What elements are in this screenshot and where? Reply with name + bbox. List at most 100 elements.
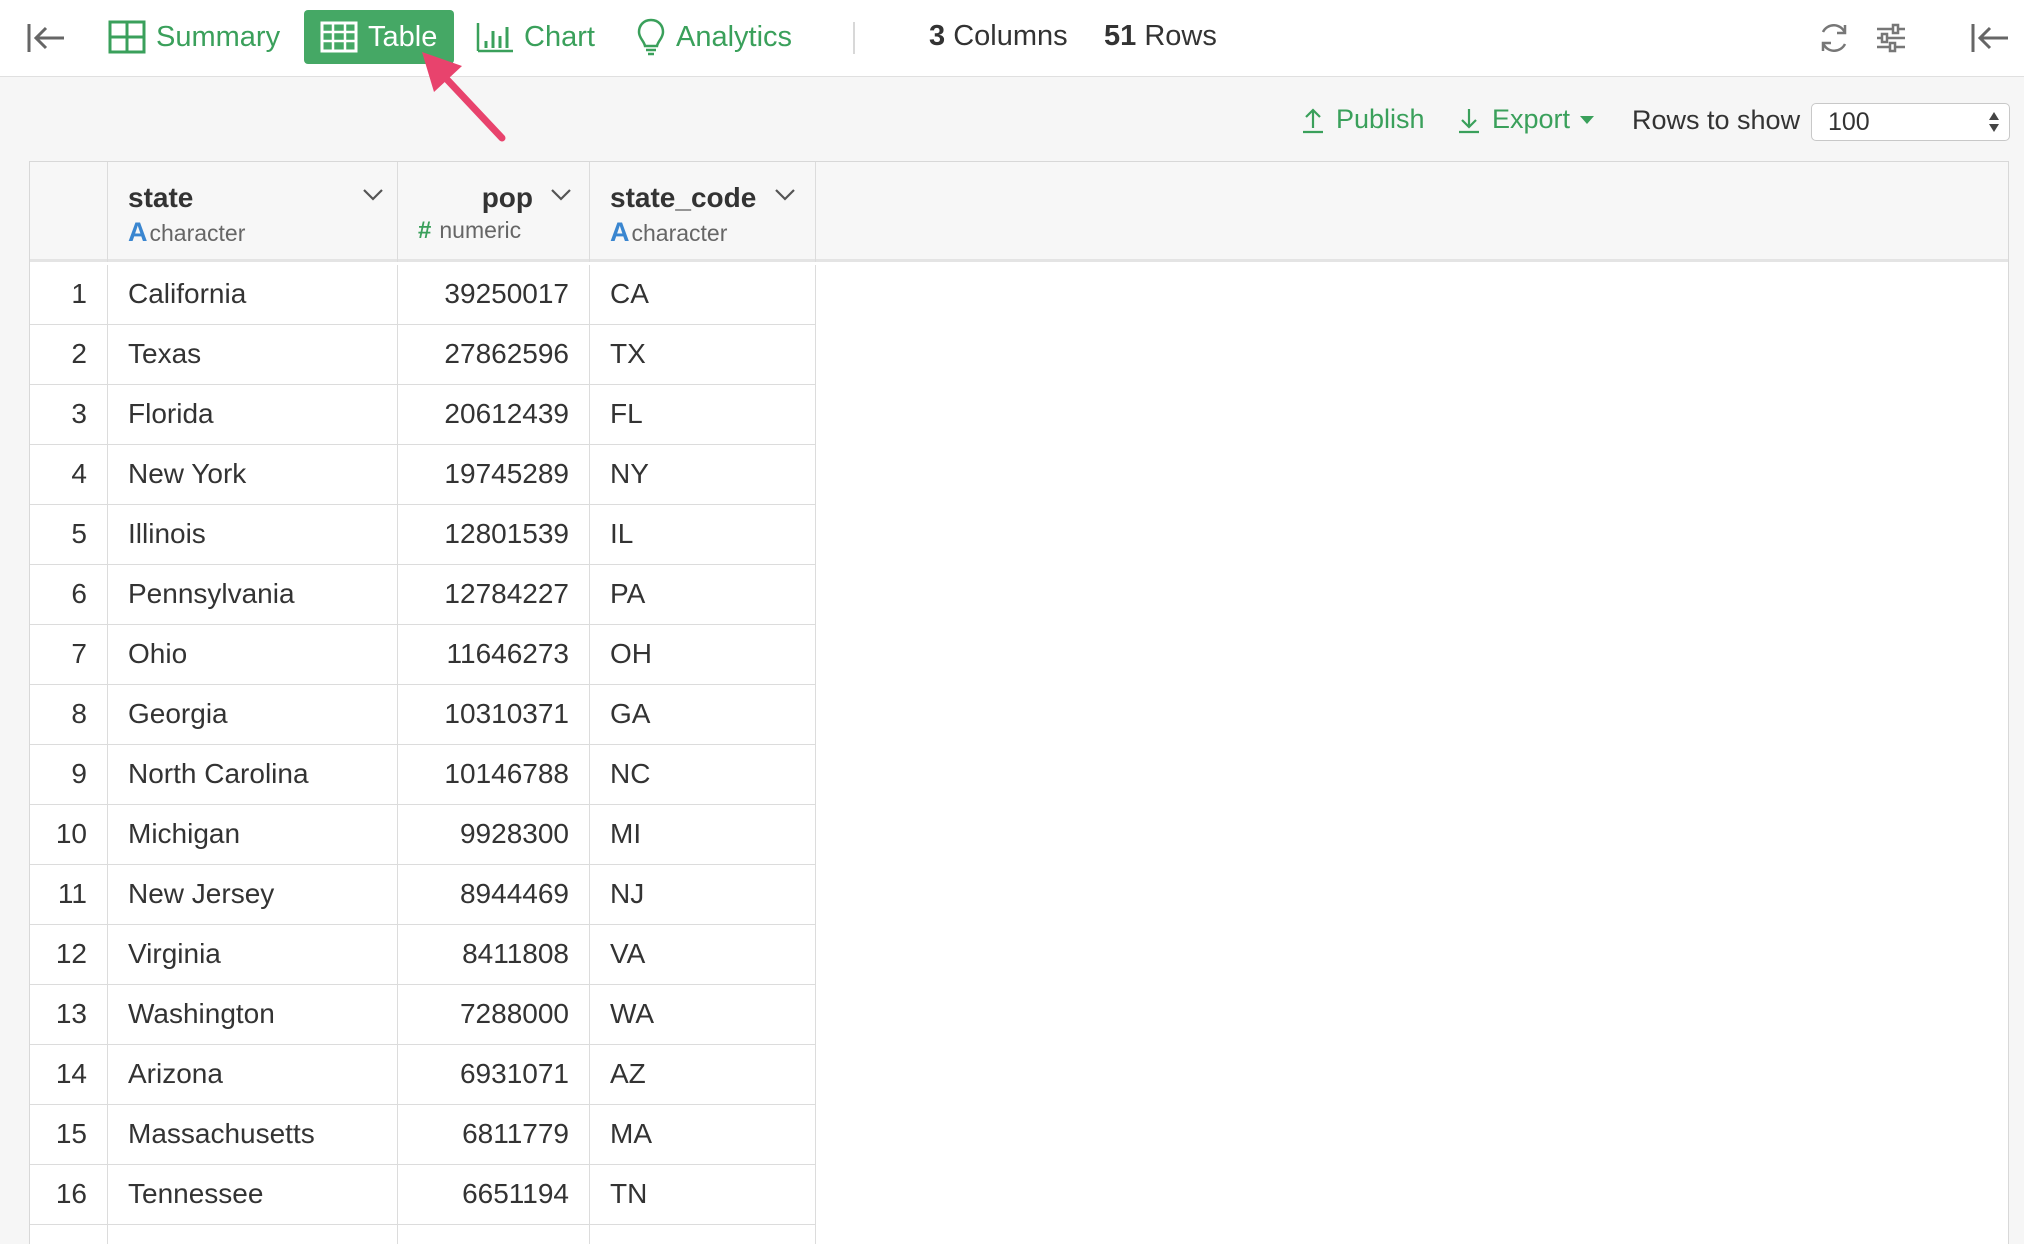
cell-state-code[interactable]: MA [590, 1105, 816, 1165]
top-toolbar: Summary Table Chart Analytics 3 Columns … [0, 0, 2024, 77]
settings-sliders-icon[interactable] [1873, 20, 1909, 56]
cell-state[interactable]: Texas [108, 325, 398, 385]
cell-state[interactable]: New York [108, 445, 398, 505]
cell-state-code[interactable]: OH [590, 625, 816, 685]
export-label: Export [1492, 104, 1571, 134]
cell-pop[interactable]: 6651194 [398, 1165, 590, 1225]
cell-state[interactable]: Illinois [108, 505, 398, 565]
cell-state[interactable]: Pennsylvania [108, 565, 398, 625]
cell-state[interactable]: Georgia [108, 685, 398, 745]
table-row: 13 Washington 7288000 WA [30, 985, 2008, 1045]
cell-pop[interactable]: 19745289 [398, 445, 590, 505]
chevron-down-icon[interactable] [550, 188, 572, 202]
cell-state-code[interactable]: NY [590, 445, 816, 505]
cell-pop[interactable]: 39250017 [398, 265, 590, 325]
cell-state-code[interactable]: MI [590, 805, 816, 865]
chevron-down-icon[interactable] [774, 188, 796, 202]
table-cell[interactable] [30, 1225, 108, 1244]
row-number[interactable]: 6 [30, 565, 108, 625]
cell-pop[interactable]: 10146788 [398, 745, 590, 805]
publish-button[interactable]: Publish [1300, 104, 1425, 135]
row-number[interactable]: 3 [30, 385, 108, 445]
cell-state-code[interactable]: TN [590, 1165, 816, 1225]
cell-state[interactable]: Washington [108, 985, 398, 1045]
cell-state[interactable]: Michigan [108, 805, 398, 865]
cell-state-code[interactable]: TX [590, 325, 816, 385]
refresh-icon[interactable] [1816, 20, 1852, 56]
tab-summary[interactable]: Summary [108, 10, 280, 64]
cell-pop[interactable]: 10310371 [398, 685, 590, 745]
row-number[interactable]: 16 [30, 1165, 108, 1225]
cell-pop[interactable]: 27862596 [398, 325, 590, 385]
cell-state[interactable]: Tennessee [108, 1165, 398, 1225]
rows-count-value: 51 [1104, 20, 1137, 52]
cell-state[interactable]: California [108, 265, 398, 325]
row-number[interactable]: 1 [30, 265, 108, 325]
cell-state-code[interactable]: NJ [590, 865, 816, 925]
row-number[interactable]: 2 [30, 325, 108, 385]
row-number[interactable]: 15 [30, 1105, 108, 1165]
bar-chart-icon [476, 23, 513, 53]
cell-pop[interactable]: 9928300 [398, 805, 590, 865]
cell-pop[interactable]: 11646273 [398, 625, 590, 685]
row-number[interactable]: 11 [30, 865, 108, 925]
row-number[interactable]: 7 [30, 625, 108, 685]
cell-pop[interactable]: 6811779 [398, 1105, 590, 1165]
table-row: 15 Massachusetts 6811779 MA [30, 1105, 2008, 1165]
row-number[interactable]: 14 [30, 1045, 108, 1105]
cell-state-code[interactable]: WA [590, 985, 816, 1045]
cell-state[interactable]: North Carolina [108, 745, 398, 805]
cell-pop[interactable]: 7288000 [398, 985, 590, 1045]
cell-state-code[interactable]: PA [590, 565, 816, 625]
column-type-label: numeric [439, 217, 522, 243]
column-type: # numeric [418, 217, 521, 245]
cell-state-code[interactable]: VA [590, 925, 816, 985]
row-number[interactable]: 10 [30, 805, 108, 865]
cell-state-code[interactable]: GA [590, 685, 816, 745]
cell-state-code[interactable]: NC [590, 745, 816, 805]
row-number[interactable]: 12 [30, 925, 108, 985]
row-number[interactable]: 8 [30, 685, 108, 745]
cell-state-code[interactable]: IL [590, 505, 816, 565]
cell-state[interactable]: New Jersey [108, 865, 398, 925]
cell-state[interactable]: Florida [108, 385, 398, 445]
columns-count: 3 Columns [929, 20, 1068, 53]
row-number[interactable]: 13 [30, 985, 108, 1045]
table-cell[interactable] [590, 1225, 816, 1244]
cell-state-code[interactable]: AZ [590, 1045, 816, 1105]
rows-to-show-label: Rows to show [1632, 105, 1801, 135]
cell-pop[interactable]: 8411808 [398, 925, 590, 985]
cell-state-code[interactable]: CA [590, 265, 816, 325]
rows-to-show-select[interactable]: 100 [1811, 103, 2010, 141]
cell-pop[interactable]: 6931071 [398, 1045, 590, 1105]
column-header-pop[interactable]: pop # numeric [398, 162, 590, 262]
row-number[interactable]: 9 [30, 745, 108, 805]
cell-state[interactable]: Ohio [108, 625, 398, 685]
pointer-arrow-icon [422, 52, 506, 142]
column-header-state[interactable]: state Acharacter [108, 162, 398, 262]
cell-pop[interactable]: 12801539 [398, 505, 590, 565]
table-row: 7 Ohio 11646273 OH [30, 625, 2008, 685]
character-type-icon: A [610, 217, 630, 247]
cell-pop[interactable]: 12784227 [398, 565, 590, 625]
column-type-label: character [631, 220, 728, 246]
row-number[interactable]: 5 [30, 505, 108, 565]
chevron-down-icon[interactable] [362, 188, 384, 202]
cell-pop[interactable]: 8944469 [398, 865, 590, 925]
table-cell[interactable] [398, 1225, 590, 1244]
table-cell[interactable] [108, 1225, 398, 1244]
column-name: state_code [610, 182, 757, 213]
export-button[interactable]: Export [1456, 104, 1596, 135]
cell-state[interactable]: Arizona [108, 1045, 398, 1105]
row-number[interactable]: 4 [30, 445, 108, 505]
collapse-left-icon[interactable] [26, 20, 66, 56]
cell-state-code[interactable]: FL [590, 385, 816, 445]
column-name: state [128, 182, 194, 213]
cell-pop[interactable]: 20612439 [398, 385, 590, 445]
table-row: 11 New Jersey 8944469 NJ [30, 865, 2008, 925]
cell-state[interactable]: Massachusetts [108, 1105, 398, 1165]
tab-analytics[interactable]: Analytics [636, 10, 792, 64]
column-header-state-code[interactable]: state_code Acharacter [590, 162, 816, 262]
collapse-right-panel-icon[interactable] [1970, 20, 2010, 56]
cell-state[interactable]: Virginia [108, 925, 398, 985]
